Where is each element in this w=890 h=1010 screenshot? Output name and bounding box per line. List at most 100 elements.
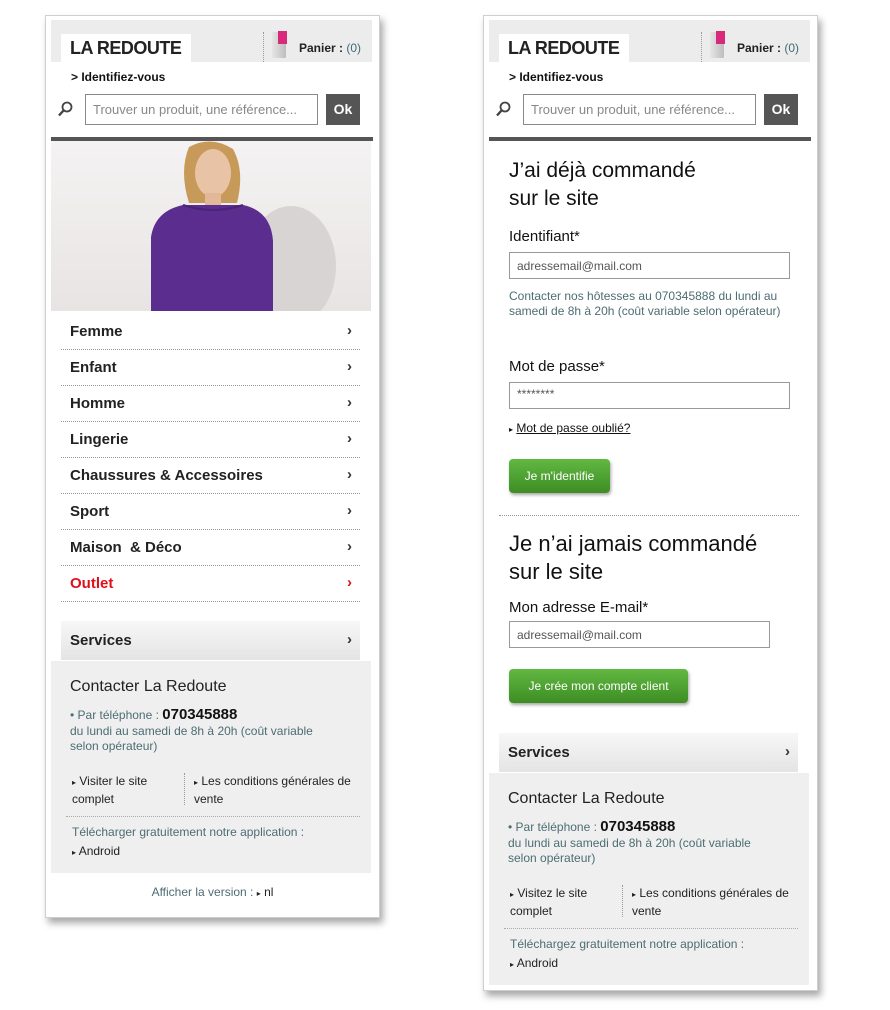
section-divider xyxy=(499,515,799,516)
full-site-label: Visiter le site complet xyxy=(72,774,148,806)
cart-link[interactable]: Panier : (0) xyxy=(299,41,361,55)
nav-item-femme[interactable]: Femme › xyxy=(61,314,360,350)
contact-divider xyxy=(504,928,798,929)
shopping-bag-tag xyxy=(278,31,287,44)
search-icon xyxy=(496,101,511,117)
nav-item-label: Chaussures & Accessoires xyxy=(70,467,263,484)
version-link[interactable]: ▸ nl xyxy=(257,885,274,899)
android-link[interactable]: ▸ Android xyxy=(72,844,120,858)
android-label: Android xyxy=(78,844,121,858)
logo[interactable]: LA REDOUTE xyxy=(499,34,629,62)
contact-panel: Contacter La Redoute • Par téléphone : 0… xyxy=(489,773,809,985)
triangle-bullet-icon: ▸ xyxy=(509,425,514,434)
phone-prefix: • Par téléphone : xyxy=(508,820,597,834)
triangle-bullet-icon: ▸ xyxy=(632,890,637,899)
login-button[interactable]: Je m'identifie xyxy=(509,459,610,493)
nav-item-chaussures[interactable]: Chaussures & Accessoires › xyxy=(61,458,360,494)
cart-label: Panier : xyxy=(299,41,344,55)
cart-label: Panier : xyxy=(737,41,782,55)
home-screen: LA REDOUTE Panier : (0) > Identifiez-vou… xyxy=(45,15,380,918)
password-label: Mot de passe* xyxy=(509,358,605,375)
search-button[interactable]: Ok xyxy=(326,94,360,125)
header-divider xyxy=(701,32,702,62)
search-input[interactable]: Trouver un produit, une référence... xyxy=(85,94,318,125)
nav-item-label: Outlet xyxy=(70,575,114,592)
cart-link[interactable]: Panier : (0) xyxy=(737,41,799,55)
cgv-label: Les conditions générales de vente xyxy=(194,774,351,806)
nav-item-outlet[interactable]: Outlet › xyxy=(61,566,360,602)
phone-number[interactable]: 070345888 xyxy=(162,706,237,723)
nav-item-label: Enfant xyxy=(70,359,117,376)
register-title-line1: Je n’ai jamais commandé xyxy=(509,531,758,556)
header: LA REDOUTE Panier : (0) xyxy=(489,20,810,62)
chevron-right-icon: › xyxy=(347,502,352,519)
contact-phone: • Par téléphone : 070345888 xyxy=(508,818,675,835)
login-title-line2: sur le site xyxy=(509,187,599,210)
phone-number[interactable]: 070345888 xyxy=(600,818,675,835)
login-link[interactable]: > Identifiez-vous xyxy=(509,70,603,84)
app-download-text: Téléchargez gratuitement notre applicati… xyxy=(510,937,745,951)
cgv-link[interactable]: ▸ Les conditions générales de vente xyxy=(632,885,804,919)
android-link[interactable]: ▸ Android xyxy=(510,956,558,970)
identifier-input[interactable]: adressemail@mail.com xyxy=(509,252,790,279)
nav-item-homme[interactable]: Homme › xyxy=(61,386,360,422)
hero-banner[interactable] xyxy=(51,141,371,311)
chevron-right-icon: › xyxy=(347,538,352,555)
header-bar xyxy=(489,137,811,141)
chevron-right-icon: › xyxy=(347,574,352,591)
contact-phone: • Par téléphone : 070345888 xyxy=(70,706,237,723)
login-title: J’ai déjà commandé sur le site xyxy=(509,157,809,213)
version-prefix: Afficher la version : xyxy=(151,885,254,899)
triangle-bullet-icon: ▸ xyxy=(510,960,515,969)
search-icon xyxy=(58,101,73,117)
search-input[interactable]: Trouver un produit, une référence... xyxy=(523,94,756,125)
contact-title: Contacter La Redoute xyxy=(508,790,665,807)
nav-item-label: Sport xyxy=(70,503,110,520)
full-site-link[interactable]: ▸ Visitez le site complet xyxy=(510,885,610,919)
header: LA REDOUTE Panier : (0) xyxy=(51,20,372,62)
register-title-line2: sur le site xyxy=(509,559,604,584)
links-divider xyxy=(622,885,623,917)
triangle-bullet-icon: ▸ xyxy=(256,889,261,898)
email-label: Mon adresse E-mail* xyxy=(509,599,649,616)
services-item[interactable]: Services › xyxy=(61,621,360,660)
chevron-right-icon: › xyxy=(347,394,352,411)
shopping-bag-tag xyxy=(716,31,725,44)
version-switcher: Afficher la version : ▸ nl xyxy=(46,885,379,899)
cgv-link[interactable]: ▸ Les conditions générales de vente xyxy=(194,773,366,807)
nav-item-label: Femme xyxy=(70,323,123,340)
login-screen: LA REDOUTE Panier : (0) > Identifiez-vou… xyxy=(483,15,818,991)
nav-item-sport[interactable]: Sport › xyxy=(61,494,360,530)
search-button[interactable]: Ok xyxy=(764,94,798,125)
chevron-right-icon: › xyxy=(347,430,352,447)
version-lang: nl xyxy=(264,885,274,899)
forgot-password-link[interactable]: ▸ Mot de passe oublié? xyxy=(509,421,630,435)
create-account-button[interactable]: Je crée mon compte client xyxy=(509,669,688,703)
chevron-right-icon: › xyxy=(347,322,352,339)
cgv-label: Les conditions générales de vente xyxy=(632,886,789,918)
model-photo xyxy=(151,141,336,311)
nav-item-enfant[interactable]: Enfant › xyxy=(61,350,360,386)
full-site-link[interactable]: ▸ Visiter le site complet xyxy=(72,773,172,807)
email-input[interactable]: adressemail@mail.com xyxy=(509,621,770,648)
password-input[interactable]: ******** xyxy=(509,382,790,409)
login-link[interactable]: > Identifiez-vous xyxy=(71,70,165,84)
logo[interactable]: LA REDOUTE xyxy=(61,34,191,62)
identifier-help: Contacter nos hôtesses au 070345888 du l… xyxy=(509,289,781,318)
nav-item-maison[interactable]: Maison & Déco › xyxy=(61,530,360,566)
android-label: Android xyxy=(516,956,559,970)
triangle-bullet-icon: ▸ xyxy=(72,778,77,787)
chevron-right-icon: › xyxy=(785,743,790,760)
triangle-bullet-icon: ▸ xyxy=(72,848,77,857)
nav-item-label: Lingerie xyxy=(70,431,129,448)
nav-item-label: Homme xyxy=(70,395,126,412)
contact-hours: du lundi au samedi de 8h à 20h (coût var… xyxy=(70,724,313,753)
contact-divider xyxy=(66,816,360,817)
cart-count: (0) xyxy=(784,41,800,55)
services-label: Services xyxy=(70,632,132,649)
chevron-right-icon: › xyxy=(347,631,352,648)
register-title: Je n’ai jamais commandé sur le site xyxy=(509,530,809,586)
header-divider xyxy=(263,32,264,62)
nav-item-lingerie[interactable]: Lingerie › xyxy=(61,422,360,458)
services-item[interactable]: Services › xyxy=(499,733,798,772)
